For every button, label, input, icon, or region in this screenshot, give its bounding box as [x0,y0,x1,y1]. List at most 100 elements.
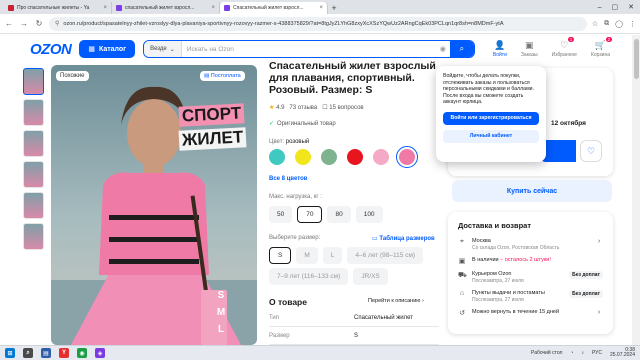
thumbnail[interactable] [23,223,44,250]
forward-icon[interactable]: → [19,19,29,28]
volume-icon[interactable]: ♪ [581,350,584,356]
cart-button[interactable]: 🛒 2 Корзина [591,37,613,58]
scrollbar-thumb[interactable] [633,39,639,79]
size-option[interactable]: M [296,247,318,264]
return-row[interactable]: ↺ Можно вернуть в течение 15 дней › [458,309,603,317]
favorites-button[interactable]: ♡ 1 Избранное [552,37,577,58]
yandex-browser-icon[interactable]: Y [59,348,69,358]
search-icon[interactable]: ⌕ [23,348,33,358]
size-table-link[interactable]: ▭ Таблица размеров [372,235,435,242]
url-field[interactable]: ⚲ ozon.ru/product/spasatelnyy-zhilet-vzr… [49,16,587,31]
color-swatch[interactable] [321,149,337,165]
load-option[interactable]: 80 [327,206,351,223]
size-option[interactable]: JR/XS [353,268,388,285]
thumbnail[interactable] [23,192,44,219]
reviews-link[interactable]: 73 отзыва [289,105,317,111]
color-swatch[interactable] [269,149,285,165]
thumbnail[interactable] [23,161,44,188]
personal-account-button[interactable]: Личный кабинет [443,129,539,143]
close-icon[interactable]: × [103,5,107,11]
ozon-logo[interactable]: OZON [30,41,72,58]
rating[interactable]: ★ 4.9 [269,104,284,111]
color-swatch[interactable] [347,149,363,165]
maximize-icon[interactable]: ▢ [612,3,619,11]
bookmark-star-icon[interactable]: ☆ [592,20,598,28]
location-icon: ⌖ [460,238,464,245]
go-to-description-label: Перейти к описанию [368,298,421,304]
chrome-icon[interactable]: ◉ [77,348,87,358]
orders-button[interactable]: ▣ Заказы [521,40,538,58]
profile-icon[interactable]: ◯ [615,20,623,28]
star-icon: ★ [269,105,275,111]
close-icon[interactable]: × [211,5,215,11]
catalog-button[interactable]: ▦ Каталог [79,40,136,58]
browser-tab-3[interactable]: Спасательный жилет взросл... × [220,2,328,14]
tab-favicon-icon [116,5,122,11]
courier-row[interactable]: ⛟ Курьером Ozon Послезавтра, 27 июля Без … [458,271,603,284]
all-colors-link[interactable]: Все 8 цветов [269,176,307,182]
language-indicator[interactable]: РУС [592,350,602,356]
camera-search-icon[interactable]: ◉ [440,45,450,53]
load-option[interactable]: 70 [297,206,323,223]
app-icon[interactable]: ◈ [95,348,105,358]
start-icon[interactable]: ⊞ [5,348,15,358]
tab-title: Про спасательные жилеты - Ya [17,5,90,11]
page-scrollbar[interactable] [632,35,640,347]
product-main-image[interactable]: СПОРТ ЖИЛЕТ S M L [51,65,257,345]
size-option[interactable]: 7–9 лет (116–133 см) [269,268,349,285]
thumbnail[interactable] [23,68,44,95]
buy-now-button[interactable]: Купить сейчас [452,180,612,202]
search-input[interactable]: Искать на Ozon [182,46,440,53]
thumbnail[interactable] [23,99,44,126]
product-title: Спасательный жилет взрослый для плавания… [269,60,436,96]
favorite-button[interactable]: ♡ [580,140,602,162]
pickup-row[interactable]: ⌂ Пункты выдачи и постаматы Послезавтра, … [458,290,603,303]
window-controls: – ▢ ✕ [598,0,640,14]
clock[interactable]: 0:38 25.07.2024 [610,347,635,359]
reload-icon[interactable]: ↻ [34,19,44,28]
header-icons: 👤 Войти ▣ Заказы ♡ 1 Избранное 🛒 2 Корзина [493,37,613,58]
size-option[interactable]: L [322,247,343,264]
file-explorer-icon[interactable]: ▤ [41,348,51,358]
new-tab-icon[interactable]: + [328,2,340,14]
menu-icon[interactable]: ⋮ [629,20,636,28]
chevron-right-icon: › [597,309,601,316]
questions-link[interactable]: ☐ 15 вопросов [322,104,363,111]
about-heading: О товаре [269,297,307,307]
network-icon[interactable]: ◔ [570,350,573,356]
close-window-icon[interactable]: ✕ [628,3,634,11]
orders-label: Заказы [520,52,538,58]
similar-button[interactable]: Похожие [56,71,89,81]
extensions-icon[interactable]: ⧉ [604,20,609,28]
color-swatch[interactable] [373,149,389,165]
login-register-button[interactable]: Войти или зарегистрироваться [443,111,539,125]
search-scope-select[interactable]: Везде ⌄ [144,41,182,57]
browser-tab-2[interactable]: спасательный жилет взросл... × [112,2,220,14]
login-button[interactable]: 👤 Войти [493,40,507,58]
size-option[interactable]: S [269,247,292,264]
thumbnail[interactable] [23,130,44,157]
go-to-description-link[interactable]: Перейти к описанию › [368,298,424,304]
catalog-label: Каталог [98,45,127,53]
delivery-city-row[interactable]: ⌖ Москва Со склада Ozon, Ростовская Облас… [458,238,603,251]
postpay-badge: ▤ Постоплата [200,71,245,81]
color-swatch[interactable] [396,146,418,168]
spec-value: Спасательный жилет [354,315,413,321]
size-option[interactable]: 4–6 лет (98–115 см) [347,247,424,264]
color-label-text: Цвет: [269,139,285,145]
close-icon[interactable]: × [319,5,323,11]
site-info-icon[interactable]: ⚲ [55,20,59,27]
search-button[interactable]: ⌕ [449,41,474,57]
load-option[interactable]: 50 [269,206,293,223]
color-swatches [269,146,418,168]
spec-value: S [354,333,359,339]
original-badge[interactable]: ✓ Оригинальный товар [269,120,336,128]
tab-favicon-icon [8,5,14,11]
minimize-icon[interactable]: – [598,4,602,11]
back-icon[interactable]: ← [4,19,14,28]
browser-tab-1[interactable]: Про спасательные жилеты - Ya × [4,2,112,14]
os-taskbar: ⊞ ⌕ ▤ Y ◉ ◈ Рабочий стол ◔ ♪ РУС 0:38 25… [0,345,640,360]
color-swatch[interactable] [295,149,311,165]
load-option[interactable]: 100 [355,206,383,223]
desktop-label[interactable]: Рабочий стол [531,350,562,356]
